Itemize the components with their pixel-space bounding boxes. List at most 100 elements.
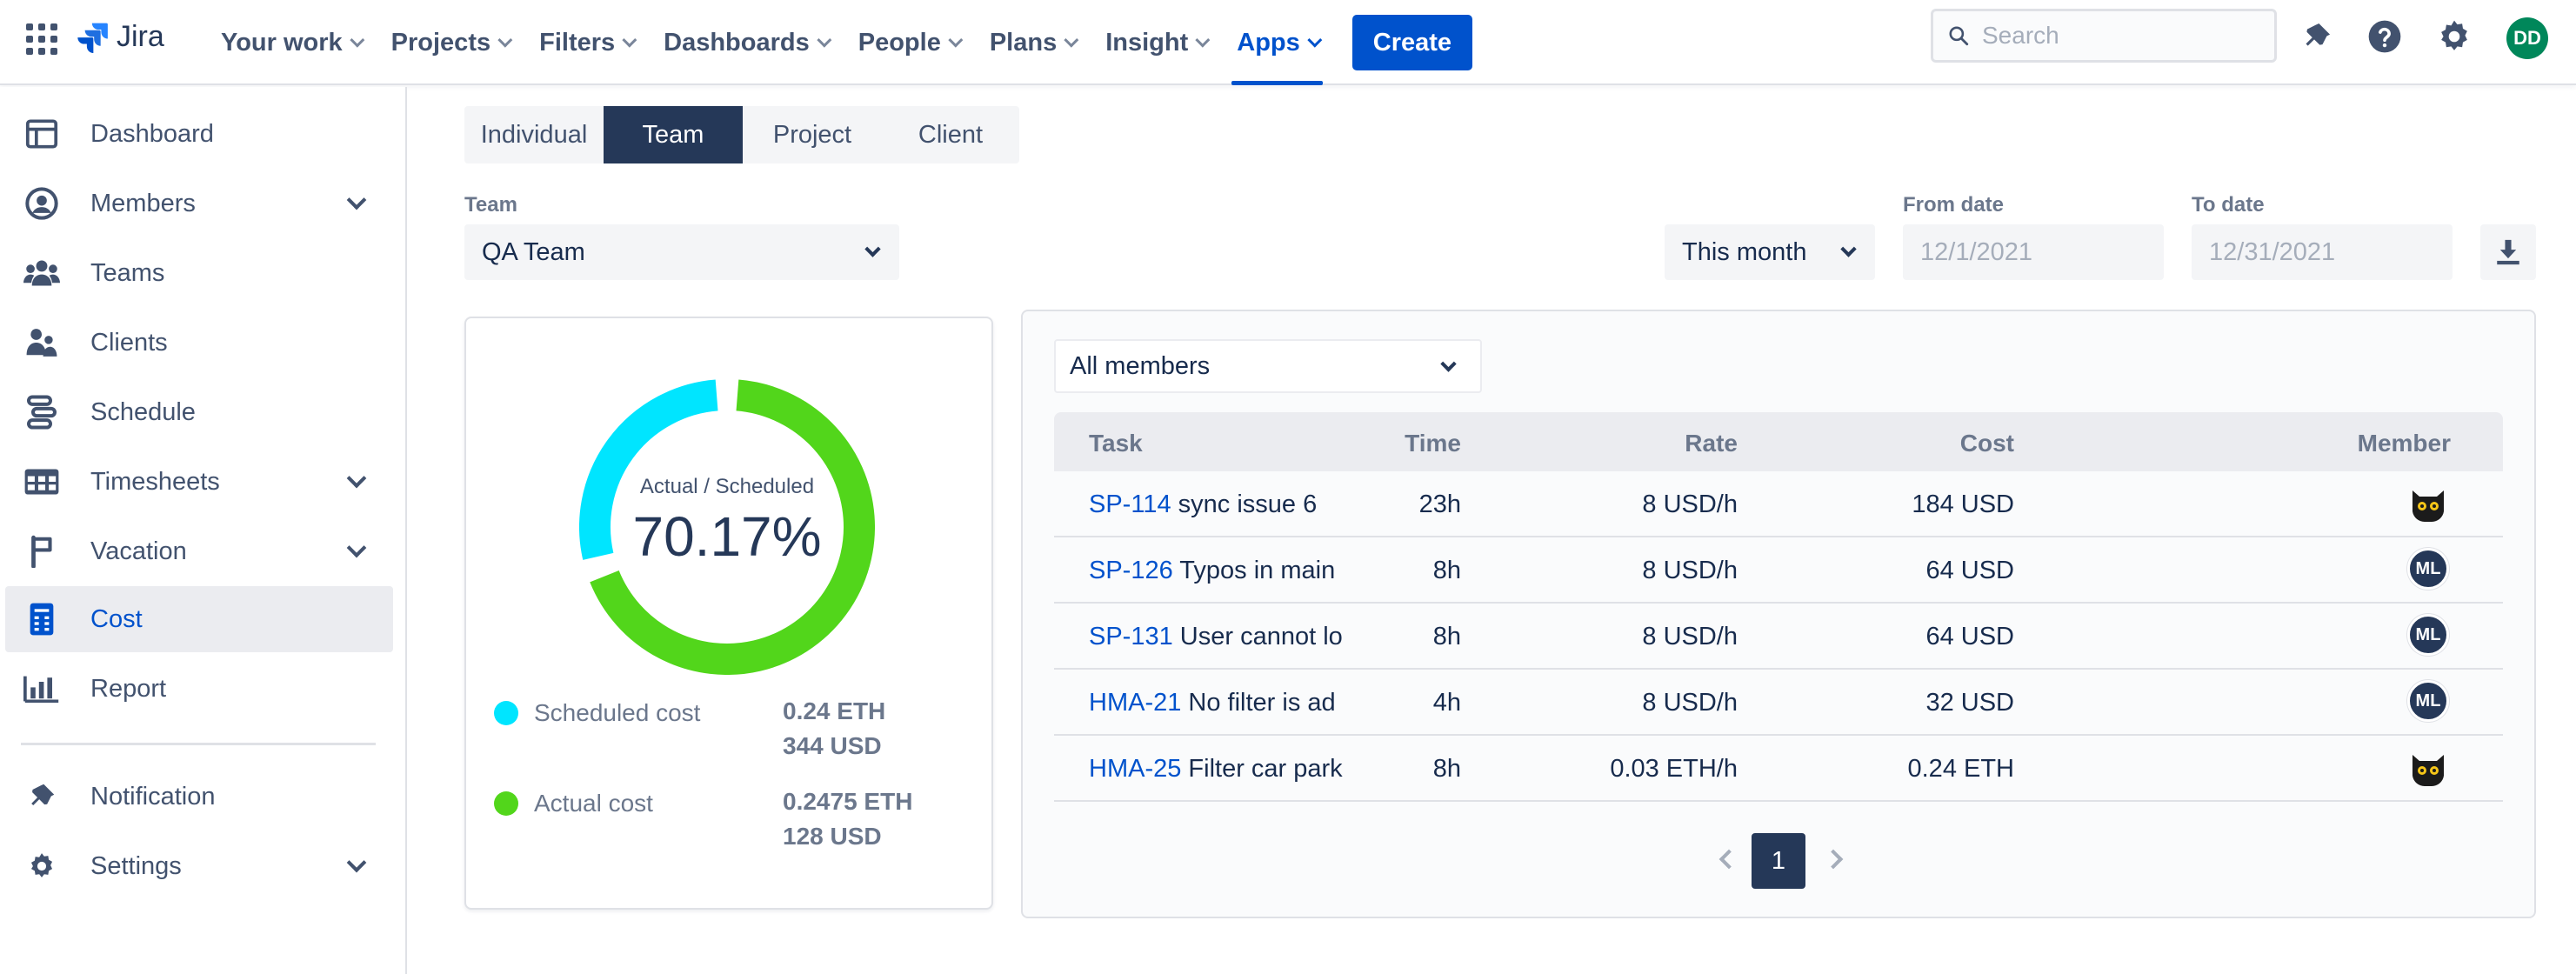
sidebar-item-label: Dashboard: [90, 119, 214, 148]
sidebar-item-report[interactable]: Report: [5, 656, 393, 722]
app-switcher-icon[interactable]: [26, 23, 57, 55]
sidebar-item-teams[interactable]: Teams: [5, 240, 393, 306]
nav-people[interactable]: People: [843, 0, 974, 85]
chevron-down-icon[interactable]: [346, 537, 367, 558]
task-cell: SP-131 User cannot lo: [1089, 623, 1343, 651]
time-cell: 8h: [1432, 557, 1461, 584]
previous-page-icon[interactable]: [1718, 849, 1739, 870]
nav-projects[interactable]: Projects: [376, 0, 524, 85]
member-avatar[interactable]: ML: [2407, 548, 2449, 590]
chevron-down-icon[interactable]: [346, 468, 367, 489]
team-field-label: Team: [464, 193, 517, 217]
chevron-down-icon[interactable]: [346, 190, 367, 210]
settings-icon: [23, 847, 61, 885]
table-row: HMA-25 Filter car park 8h 0.03 ETH/h 0.2…: [1054, 736, 2503, 802]
actual-cost-label: Actual cost: [534, 790, 653, 817]
nav-apps[interactable]: Apps: [1221, 0, 1333, 85]
sidebar-item-label: Cost: [90, 604, 143, 633]
chevron-down-icon: [497, 32, 513, 48]
donut-center-value: 70.17%: [632, 505, 822, 568]
cost-cell: 184 USD: [1912, 490, 2014, 518]
page-number-button[interactable]: 1: [1752, 833, 1805, 889]
task-key-link[interactable]: HMA-21: [1089, 689, 1181, 717]
nav-plans[interactable]: Plans: [974, 0, 1090, 85]
nav-label: Apps: [1237, 28, 1300, 57]
task-key-link[interactable]: SP-131: [1089, 623, 1173, 650]
tab-client[interactable]: Client: [882, 106, 1019, 163]
sidebar-item-schedule[interactable]: Schedule: [5, 379, 393, 445]
sidebar-item-vacation[interactable]: Vacation: [5, 518, 393, 584]
sidebar-item-settings[interactable]: Settings: [5, 833, 393, 899]
table-header: Task Time Rate Cost Member: [1054, 412, 2503, 471]
chevron-down-icon: [349, 32, 364, 48]
rate-cell: 8 USD/h: [1642, 623, 1738, 650]
next-page-icon[interactable]: [1823, 849, 1844, 870]
column-header-cost[interactable]: Cost: [1960, 430, 2014, 457]
from-date-field[interactable]: 12/1/2021: [1903, 224, 2164, 280]
nav-insight[interactable]: Insight: [1090, 0, 1221, 85]
cost-cell: 32 USD: [1925, 689, 2014, 717]
teams-icon: [23, 254, 61, 292]
help-icon[interactable]: [2364, 16, 2406, 57]
column-header-rate[interactable]: Rate: [1685, 430, 1738, 457]
cat-avatar[interactable]: [2407, 482, 2449, 524]
task-key-link[interactable]: SP-114: [1089, 490, 1171, 518]
dashboard-icon: [23, 115, 61, 153]
search-input[interactable]: [1982, 22, 2260, 50]
member-avatar[interactable]: ML: [2407, 614, 2449, 656]
sidebar-item-clients[interactable]: Clients: [5, 310, 393, 376]
member-filter-select[interactable]: All members: [1054, 339, 1482, 393]
chevron-down-icon[interactable]: [346, 852, 367, 873]
notification-icon[interactable]: [2296, 16, 2338, 57]
create-button[interactable]: Create: [1351, 15, 1473, 70]
cat-avatar[interactable]: [2407, 746, 2449, 788]
tab-team[interactable]: Team: [604, 106, 743, 163]
rate-cell: 0.03 ETH/h: [1610, 755, 1738, 783]
tab-individual[interactable]: Individual: [464, 106, 604, 163]
chevron-down-icon: [817, 32, 832, 48]
sidebar-item-label: Settings: [90, 851, 182, 880]
column-header-time[interactable]: Time: [1405, 430, 1461, 457]
view-tabs: Individual Team Project Client: [464, 106, 1019, 163]
sidebar-item-label: Vacation: [90, 537, 187, 565]
rate-cell: 8 USD/h: [1642, 689, 1738, 717]
download-icon: [2497, 239, 2519, 265]
sidebar-item-label: Clients: [90, 328, 168, 357]
download-button[interactable]: [2480, 224, 2536, 280]
search-icon: [1949, 26, 1969, 46]
chevron-down-icon: [622, 32, 637, 48]
search-box[interactable]: [1931, 9, 2277, 63]
to-date-field[interactable]: 12/31/2021: [2192, 224, 2453, 280]
sidebar: Dashboard Members Teams Clients Schedule…: [0, 87, 407, 974]
sidebar-item-members[interactable]: Members: [5, 170, 393, 237]
sidebar-item-label: Report: [90, 674, 167, 703]
cost-summary-card: Actual / Scheduled 70.17% Scheduled cost…: [464, 317, 993, 910]
tab-project[interactable]: Project: [743, 106, 882, 163]
nav-dashboards[interactable]: Dashboards: [648, 0, 843, 85]
sidebar-item-notification[interactable]: Notification: [5, 764, 393, 830]
scheduled-cost-eth: 0.24 ETH: [783, 697, 886, 724]
user-avatar[interactable]: DD: [2506, 17, 2548, 59]
task-key-link[interactable]: HMA-25: [1089, 755, 1181, 783]
timesheets-icon: [23, 463, 61, 501]
nav-label: Dashboards: [664, 28, 810, 57]
sidebar-item-timesheets[interactable]: Timesheets: [5, 449, 393, 515]
period-select[interactable]: This month: [1665, 224, 1875, 280]
sidebar-divider: [21, 743, 376, 745]
team-select[interactable]: QA Team: [464, 224, 899, 280]
nav-filters[interactable]: Filters: [524, 0, 648, 85]
task-key-link[interactable]: SP-126: [1089, 557, 1173, 584]
settings-icon[interactable]: [2433, 16, 2475, 57]
sidebar-item-cost[interactable]: Cost: [5, 586, 393, 652]
sidebar-item-dashboard[interactable]: Dashboard: [5, 101, 393, 167]
pagination: 1: [1023, 833, 2538, 889]
member-avatar[interactable]: ML: [2407, 680, 2449, 722]
table-row: HMA-21 No filter is ad 4h 8 USD/h 32 USD…: [1054, 670, 2503, 736]
column-header-member[interactable]: Member: [2358, 430, 2451, 457]
nav-your-work[interactable]: Your work: [205, 0, 376, 85]
jira-logo[interactable]: Jira: [77, 17, 164, 56]
top-navigation: Jira Your work Projects Filters Dashboar…: [0, 0, 2576, 85]
nav-label: Plans: [989, 28, 1058, 57]
actual-cost-usd: 128 USD: [783, 823, 882, 850]
column-header-task[interactable]: Task: [1089, 430, 1143, 457]
